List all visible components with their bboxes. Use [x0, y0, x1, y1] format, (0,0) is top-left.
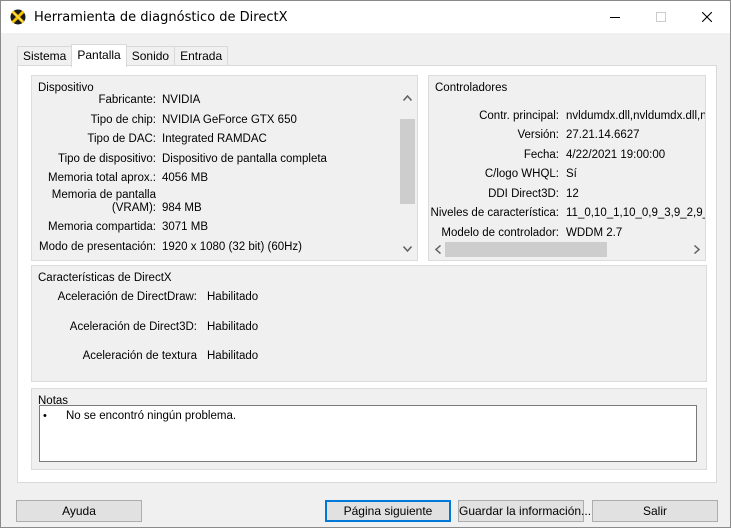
feature-label: Aceleración de textura [82, 350, 197, 362]
tab-pantalla[interactable]: Pantalla [71, 44, 127, 67]
driver-label: Versión: [517, 129, 559, 141]
driver-value: 27.21.14.6627 [566, 129, 640, 141]
scroll-thumb[interactable] [400, 119, 415, 204]
device-value: NVIDIA [162, 94, 201, 106]
device-label-cont: (VRAM): [111, 202, 156, 214]
exit-button[interactable]: Salir [592, 500, 718, 522]
driver-value: WDDM 2.7 [566, 227, 623, 239]
device-value: Dispositivo de pantalla completa [162, 153, 327, 165]
next-page-button[interactable]: Página siguiente [325, 500, 451, 522]
device-value: 984 MB [162, 202, 202, 214]
feature-label: Aceleración de DirectDraw: [57, 291, 197, 303]
title-bar[interactable]: Herramienta de diagnóstico de DirectX [1, 1, 730, 33]
tab-sonido[interactable]: Sonido [125, 46, 176, 66]
directx-features-title: Características de DirectX [38, 272, 172, 284]
device-value: Integrated RAMDAC [162, 133, 267, 145]
tab-entrada[interactable]: Entrada [174, 46, 229, 66]
driver-value: 4/22/2021 19:00:00 [566, 149, 666, 161]
minimize-button[interactable] [592, 1, 638, 33]
driver-label: C/logo WHQL: [484, 168, 559, 180]
driver-label: DDI Direct3D: [488, 188, 559, 200]
tab-sistema[interactable]: Sistema [17, 46, 73, 66]
device-label: Tipo de DAC: [87, 133, 156, 145]
device-group-title: Dispositivo [38, 82, 94, 94]
device-value: 1920 x 1080 (32 bit) (60Hz) [162, 241, 302, 253]
driver-label: Modelo de controlador: [441, 227, 559, 239]
device-label: Fabricante: [98, 94, 156, 106]
minimize-icon [610, 17, 620, 18]
driver-label: Contr. principal: [479, 110, 559, 122]
note-item: No se encontró ningún problema. [66, 410, 237, 422]
feature-value: Habilitado [207, 291, 259, 303]
drivers-horizontal-scrollbar[interactable] [429, 241, 705, 258]
device-label: Modo de presentación: [39, 241, 156, 253]
save-info-button[interactable]: Guardar la información... [458, 500, 591, 522]
directx-icon [10, 9, 26, 25]
scroll-down-button[interactable] [399, 240, 416, 257]
chevron-left-icon [434, 245, 441, 254]
feature-value: Habilitado [207, 321, 259, 333]
device-label: Memoria total aprox.: [47, 172, 156, 184]
note-bullet: • [43, 410, 47, 422]
device-value: NVIDIA GeForce GTX 650 [162, 114, 297, 126]
device-label: Memoria de pantalla [51, 189, 156, 201]
chevron-up-icon [403, 94, 412, 101]
drivers-group-title: Controladores [435, 82, 508, 94]
scroll-right-button[interactable] [688, 241, 705, 258]
tab-strip: Sistema Pantalla Sonido Entrada [17, 44, 229, 67]
close-button[interactable] [684, 1, 730, 33]
device-vertical-scrollbar[interactable] [399, 89, 416, 257]
chevron-down-icon [403, 245, 412, 252]
close-icon [702, 12, 712, 22]
driver-label: Fecha: [523, 149, 559, 161]
dxdiag-window: Herramienta de diagnóstico de DirectX Si… [0, 0, 731, 528]
device-label: Tipo de chip: [90, 114, 156, 126]
scroll-thumb[interactable] [445, 242, 607, 257]
feature-value: Habilitado [207, 350, 259, 362]
feature-label: Aceleración de Direct3D: [69, 321, 197, 333]
device-value: 4056 MB [162, 172, 209, 184]
driver-value: Sí [566, 168, 577, 180]
driver-value: 11_0,10_1,10_0,9_3,9_2,9_ [566, 207, 705, 219]
notes-list[interactable]: • No se encontró ningún problema. [39, 405, 697, 462]
window-title: Herramienta de diagnóstico de DirectX [34, 10, 288, 25]
device-label: Tipo de dispositivo: [57, 153, 156, 165]
maximize-icon [656, 12, 666, 22]
help-button[interactable]: Ayuda [16, 500, 142, 522]
driver-value: nvldumdx.dll,nvldumdx.dll,nv [566, 110, 705, 122]
driver-label: Niveles de característica: [430, 207, 559, 219]
scroll-up-button[interactable] [399, 89, 416, 106]
device-label: Memoria compartida: [47, 221, 156, 233]
chevron-right-icon [693, 245, 700, 254]
scroll-left-button[interactable] [429, 241, 446, 258]
maximize-button [638, 1, 684, 33]
driver-value: 12 [566, 188, 579, 200]
device-value: 3071 MB [162, 221, 209, 233]
